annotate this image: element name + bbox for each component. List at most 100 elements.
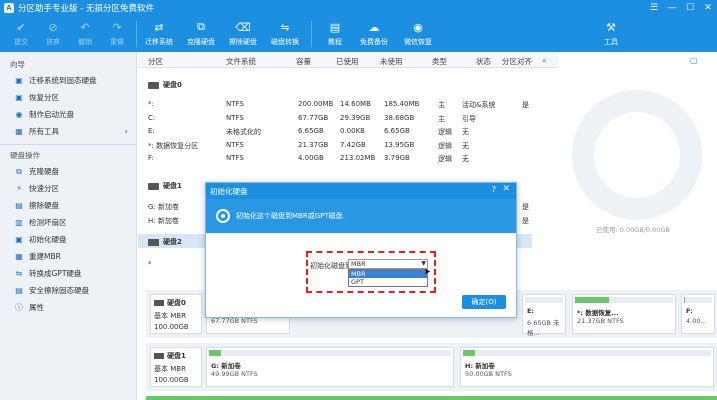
usage-fill [684,297,686,303]
col-used[interactable]: 已使用 [336,56,359,67]
disk1-map: 硬盘1 基本 MBR 100.00GB G: 新加卷 49.99GB NTFS H… [146,343,717,391]
col-status[interactable]: 状态 [476,56,491,67]
tools-button[interactable]: ⚒ 工具 [604,16,618,47]
panel-toggle-icon[interactable]: ▢ [690,56,698,65]
table-cell: 主 [438,114,445,123]
sidebar-item-init-disk[interactable]: ▣ 初始化硬盘 [0,231,136,248]
sidebar-item-all-tools[interactable]: ▦ 所有工具 › [0,123,136,140]
table-cell: 21.37GB [298,140,329,149]
sidebar-item-properties[interactable]: ⓘ 属性 [0,299,136,316]
tutorial-button[interactable]: ▤ 教程 [328,16,342,47]
col-capacity[interactable]: 容量 [296,56,311,67]
table-cell: 活动&系统 [462,101,496,109]
sidebar-ops-heading: 硬盘操作 [10,151,40,160]
option-mbr[interactable]: MBR [349,270,427,278]
clone-disk-button[interactable]: ⧉ 克隆硬盘 [187,16,215,47]
toolbar: ✔ 提交 ⊘ 放弃 ↶ 撤销 ↷ 重做 ⇄ 迁移系统 ⧉ 克隆硬盘 ⌫ 擦除硬盘 ⇋ 磁盘转换 … [0,16,717,52]
usage-fill [209,350,222,356]
table-cell: 185.40MB [384,100,420,108]
table-cell: NTFS [226,100,244,108]
table-cell: 逻辑 [438,141,452,150]
undo-icon: ↶ [80,20,90,34]
partition-text: 21.37GB NTFS [577,317,624,325]
sidebar-guide-heading: 向导 [10,60,25,69]
disk1-header[interactable]: 硬盘1 [148,181,182,191]
clone-icon: ⧉ [197,20,205,33]
redo-icon: ↷ [112,20,122,34]
init-icon: ▣ [15,235,23,244]
tools-icon: ▦ [15,127,23,136]
partition-text: F: [686,307,693,315]
partition-block[interactable]: *: 数据恢复... 21.37GB NTFS [572,294,676,334]
wipe-disk-button[interactable]: ⌫ 擦除硬盘 [229,16,257,47]
disk1-label[interactable]: 硬盘1 基本 MBR 100.00GB [150,347,202,387]
col-type[interactable]: 类型 [432,56,447,67]
disk0-header[interactable]: 硬盘0 [148,80,182,90]
undo-button[interactable]: ↶ 撤销 [78,16,92,47]
sidebar-item-boot-disc[interactable]: ◉ 制作启动光盘 [0,106,136,123]
sidebar-item-migrate-ssd[interactable]: ▣ 迁移系统到固态硬盘 [0,72,136,89]
close-icon[interactable]: ✕ [699,0,717,16]
sidebar-divider [0,144,136,145]
convert-disk-button[interactable]: ⇋ 磁盘转换 [271,16,299,47]
sidebar-item-rebuild-mbr[interactable]: ▦ 重建MBR [0,248,136,265]
col-alignment[interactable]: 分区对齐 [502,56,532,67]
wechat-recovery-button[interactable]: ◉ 微信恢复 [404,16,432,47]
table-cell: E: [148,127,155,135]
redo-button[interactable]: ↷ 重做 [110,16,124,47]
table-cell: 213.02MB [340,154,376,162]
sidebar-item-secure-erase[interactable]: ▤ 安全擦除固态硬盘 [0,282,136,299]
discard-button[interactable]: ⊘ 放弃 [46,16,60,47]
sidebar-item-restore-partition[interactable]: ▣ 恢复分区 [0,89,136,106]
book-icon: ▤ [329,20,341,34]
menu-icon[interactable]: ☰ [645,0,663,16]
table-cell: F: [148,154,154,162]
scan-icon: ▥ [15,218,23,227]
table-cell: C: [148,113,156,122]
commit-button[interactable]: ✔ 提交 [14,16,28,47]
close-icon[interactable]: ✕ [502,184,510,194]
migrate-icon: ▣ [15,76,23,85]
partition-block[interactable]: F: 4.00... [681,294,715,334]
wipe-icon: ⌫ [235,20,251,34]
partition-text: 6.65GB 未格... [527,319,560,337]
disk2-map-strip [146,396,717,400]
usage-donut [572,90,702,220]
partition-text: 49.99GB NTFS [211,370,258,378]
partition-style-select[interactable]: MBR ▼ [348,259,428,269]
partition-block[interactable]: G: 新加卷 49.99GB NTFS [206,347,454,387]
partition-text: G: 新加卷 [211,362,241,370]
partition-block[interactable]: H: 新加卷 50.00GB NTFS [460,347,714,387]
partition-block[interactable]: E: 6.65GB 未格... [522,294,566,337]
sidebar-item-bad-sectors[interactable]: ▥ 检测坏扇区 [0,214,136,231]
sidebar-item-quick-partition[interactable]: ⚡ 快速分区 [0,180,136,197]
table-cell: 4.00GB [298,154,324,162]
free-backup-button[interactable]: ☁ 免费备份 [360,16,388,47]
dialog-message: 初始化这个磁盘到MBR或GPT磁盘. [236,212,345,220]
table-cell: 无 [462,155,469,163]
mbr-icon: ▦ [15,252,23,261]
wechat-icon: ◉ [413,20,423,34]
help-icon[interactable]: ? [492,185,496,194]
minimize-icon[interactable]: — [663,0,681,16]
sidebar-item-wipe-disk[interactable]: ▤ 擦除硬盘 [0,197,136,214]
mouse-cursor-icon: ➤ [424,267,431,276]
disk-icon [154,300,164,306]
sidebar-item-clone-disk[interactable]: ⧉ 克隆硬盘 [0,163,136,180]
ok-button[interactable]: 确定(O) [462,295,506,309]
col-filesystem[interactable]: 文件系统 [226,56,256,67]
col-unused[interactable]: 未使用 [380,56,403,67]
col-partition[interactable]: 分区 [148,56,163,67]
table-cell: 未格式化的 [226,128,261,136]
restore-icon: ▣ [15,93,23,102]
sidebar-item-convert-gpt[interactable]: ⇋ 转换成GPT硬盘 [0,265,136,282]
disk0-label[interactable]: 硬盘0 基本 MBR 100.00GB [150,294,202,334]
option-gpt[interactable]: GPT [349,278,427,286]
convert-icon: ⇋ [280,20,290,34]
table-row[interactable]: F: NTFS 4.00GB 213.02MB 3.79GB 逻辑 无 [138,150,538,167]
partition-text: 50.00GB NTFS [465,370,512,378]
dialog-title: 初始化硬盘 [210,186,248,196]
maximize-icon[interactable]: ☐ [681,0,699,16]
migrate-os-button[interactable]: ⇄ 迁移系统 [145,16,173,47]
erase-icon: ▤ [15,286,23,295]
